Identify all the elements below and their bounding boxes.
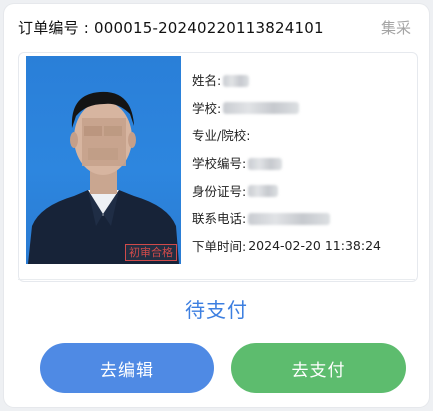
phone-value — [248, 210, 331, 225]
school-value — [223, 100, 300, 115]
info-row-school-code: 学校编号: — [192, 149, 412, 177]
order-time-label: 下单时间: — [192, 238, 247, 254]
major-label: 专业/院校: — [192, 128, 251, 144]
info-row-id-number: 身份证号: — [192, 176, 412, 204]
school-code-value — [248, 155, 283, 170]
order-status: 待支付 — [185, 298, 248, 322]
info-row-school: 学校: — [192, 94, 412, 122]
phone-label: 联系电话: — [192, 211, 247, 227]
order-header: 订单编号 : 000015-20240220113824101 集采 — [4, 4, 429, 50]
edit-button[interactable]: 去编辑 — [40, 343, 214, 393]
pay-button[interactable]: 去支付 — [231, 343, 406, 393]
id-number-value — [248, 183, 279, 198]
divider — [18, 279, 415, 280]
order-number: 订单编号 : 000015-20240220113824101 — [18, 18, 324, 37]
id-photo[interactable]: 初审合格 — [26, 56, 181, 264]
approval-stamp: 初审合格 — [125, 244, 177, 261]
info-row-name: 姓名: — [192, 66, 412, 94]
info-row-phone: 联系电话: — [192, 204, 412, 232]
name-label: 姓名: — [192, 73, 222, 89]
person-portrait-image — [28, 91, 179, 264]
name-value — [223, 72, 250, 87]
info-row-major: 专业/院校: — [192, 121, 412, 149]
school-code-label: 学校编号: — [192, 156, 247, 172]
info-row-order-time: 下单时间: 2024-02-20 11:38:24 — [192, 232, 412, 260]
applicant-info: 姓名: 学校: 专业/院校: 学校编号: 身份证号: 联系电话: 下单时间: 2… — [192, 66, 412, 259]
school-label: 学校: — [192, 100, 222, 116]
id-number-label: 身份证号: — [192, 183, 247, 199]
order-time-value: 2024-02-20 11:38:24 — [248, 237, 381, 253]
order-source-tag: 集采 — [380, 18, 411, 37]
